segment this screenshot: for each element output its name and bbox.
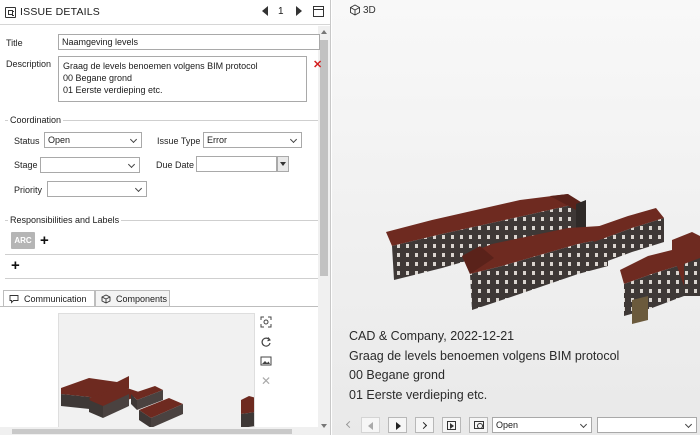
next-issue-button[interactable] — [296, 6, 302, 16]
add-responsibility-button[interactable]: + — [11, 258, 20, 273]
add-label-button[interactable]: + — [40, 233, 49, 248]
zoom-to-fit-icon[interactable] — [259, 316, 273, 330]
refresh-icon[interactable] — [259, 336, 273, 350]
scroll-down-icon[interactable] — [321, 424, 327, 428]
tab-components-label: Components — [116, 294, 168, 304]
chevron-down-icon — [134, 184, 143, 193]
scroll-up-icon[interactable] — [321, 30, 327, 34]
window-toggle-icon[interactable] — [313, 6, 324, 17]
vertical-scrollbar[interactable] — [318, 26, 330, 435]
play-slideshow-button[interactable] — [442, 417, 461, 433]
clear-description-icon[interactable]: ✕ — [313, 58, 322, 71]
tab-communication[interactable]: Communication — [3, 290, 95, 307]
chevron-down-icon — [129, 135, 138, 144]
first-issue-button[interactable] — [345, 417, 355, 433]
horizontal-scrollbar[interactable] — [0, 427, 318, 435]
stage-select[interactable] — [40, 157, 140, 173]
issue-page-number: 1 — [278, 6, 284, 17]
caption-line-description: Graag de levels benoemen volgens BIM pro… — [349, 348, 620, 363]
chevron-down-icon — [684, 420, 693, 429]
responsibilities-inner-divider — [5, 254, 318, 255]
title-input[interactable]: Naamgeving levels — [58, 34, 320, 50]
previous-snapshot-button[interactable] — [361, 417, 380, 433]
issue-type-select[interactable]: Error — [203, 132, 302, 148]
3d-model-viewport[interactable] — [332, 170, 700, 330]
viewer-filter-select[interactable] — [597, 417, 697, 433]
status-select-value: Open — [48, 135, 71, 145]
snapshot-thumbnail-image — [59, 314, 254, 427]
issue-details-panel: ISSUE DETAILS 1 Title Naamgeving levels … — [0, 0, 331, 435]
issue-type-label: Issue Type — [157, 136, 201, 146]
tabs-divider — [0, 306, 318, 307]
arc-label-chip[interactable]: ARC — [11, 232, 35, 249]
record-viewpoint-button[interactable] — [469, 417, 488, 433]
delete-snapshot-icon[interactable]: ✕ — [259, 374, 273, 388]
issue-type-select-value: Error — [207, 135, 227, 145]
status-select[interactable]: Open — [44, 132, 142, 148]
forward-button[interactable] — [415, 417, 434, 433]
section-divider — [5, 278, 318, 279]
coordination-group-label: Coordination — [8, 115, 64, 125]
chevron-down-icon — [579, 420, 588, 429]
description-label: Description — [6, 59, 52, 69]
caption-line-level-01: 01 Eerste verdieping etc. — [349, 387, 488, 402]
box-icon — [101, 294, 111, 304]
chevron-down-icon — [127, 160, 136, 169]
tab-communication-label: Communication — [24, 294, 87, 304]
viewer-status-value: Open — [496, 420, 519, 430]
due-date-label: Due Date — [156, 160, 195, 170]
scroll-thumb[interactable] — [320, 40, 328, 276]
previous-issue-button[interactable] — [262, 6, 268, 16]
issue-card-icon — [5, 7, 16, 18]
caption-line-author-date: CAD & Company, 2022-12-21 — [349, 329, 515, 343]
priority-label: Priority — [14, 185, 43, 195]
image-icon[interactable] — [259, 355, 273, 369]
stage-label: Stage — [14, 160, 38, 170]
issue-caption: CAD & Company, 2022-12-21 Graag de level… — [349, 327, 619, 405]
date-picker-button[interactable] — [277, 156, 289, 172]
responsibilities-group-label: Responsibilities and Labels — [8, 215, 122, 225]
title-label: Title — [6, 38, 23, 48]
status-label: Status — [14, 136, 40, 146]
next-snapshot-button[interactable] — [388, 417, 407, 433]
due-date-input[interactable] — [196, 156, 277, 172]
horizontal-scroll-thumb[interactable] — [12, 429, 292, 434]
description-textarea[interactable]: Graag de levels benoemen volgens BIM pro… — [58, 56, 307, 102]
panel-title: ISSUE DETAILS — [20, 6, 101, 18]
cube-icon — [350, 4, 360, 16]
caption-line-level-00: 00 Begane grond — [349, 368, 445, 382]
tab-components[interactable]: Components — [95, 290, 170, 307]
view-label: 3D — [363, 5, 376, 16]
viewer-status-select[interactable]: Open — [492, 417, 592, 433]
chevron-down-icon — [289, 135, 298, 144]
viewer-toolbar: Open — [332, 412, 700, 435]
speech-bubble-icon — [9, 295, 19, 304]
issue-details-header: ISSUE DETAILS 1 — [0, 0, 330, 25]
3d-view-panel: 3D CAD & Company, 2022-12-21 Graag de le… — [332, 0, 700, 435]
priority-select[interactable] — [47, 181, 147, 197]
snapshot-preview[interactable] — [58, 313, 255, 428]
